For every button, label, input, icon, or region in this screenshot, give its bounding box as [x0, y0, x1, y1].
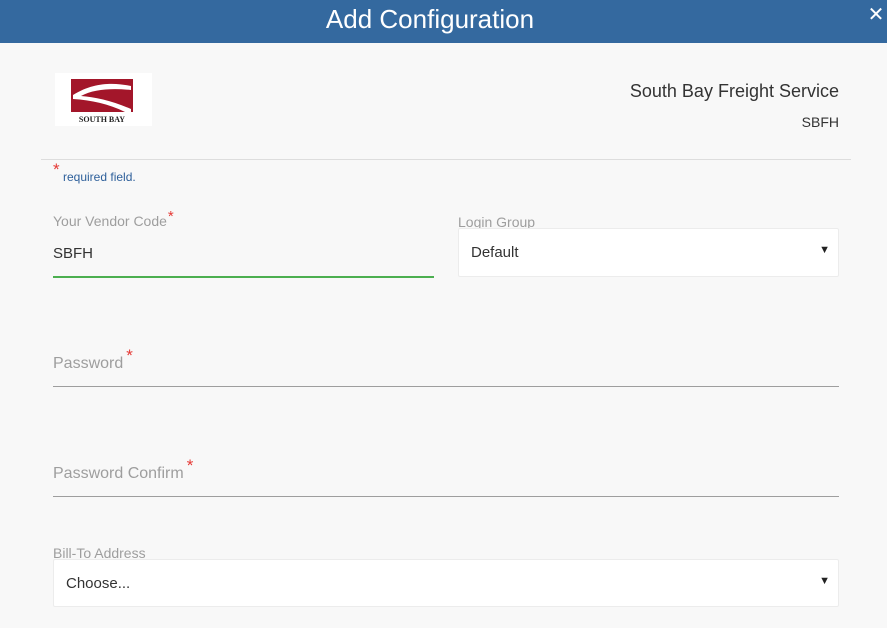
- close-icon[interactable]: ✕: [867, 4, 885, 26]
- vendor-name: South Bay Freight Service: [629, 81, 839, 101]
- password-confirm-input[interactable]: [53, 460, 839, 490]
- vendor-code-underline: [53, 276, 434, 278]
- login-group-select[interactable]: Default ▼: [458, 228, 839, 277]
- header-divider: [41, 159, 851, 160]
- password-input[interactable]: [53, 350, 839, 380]
- password-underline: [53, 386, 839, 387]
- dialog-header: Add Configuration ✕: [0, 0, 887, 43]
- required-note-text: required field.: [63, 170, 136, 184]
- bill-to-value: Choose...: [66, 575, 131, 592]
- login-group-value: Default: [471, 244, 519, 261]
- bill-to-select[interactable]: Choose... ▼: [53, 559, 839, 607]
- vendor-code: SBFH: [801, 114, 839, 130]
- logo-text: SOUTH BAY: [79, 115, 125, 124]
- dialog-title: Add Configuration: [325, 4, 535, 34]
- required-star: *: [53, 160, 60, 179]
- chevron-down-icon: ▼: [819, 244, 830, 256]
- chevron-down-icon: ▼: [819, 575, 830, 587]
- vendor-code-input[interactable]: [53, 242, 433, 264]
- vendor-logo: SOUTH BAY: [55, 73, 152, 126]
- vendor-code-label: Your Vendor Code*: [53, 208, 174, 229]
- password-confirm-underline: [53, 496, 839, 497]
